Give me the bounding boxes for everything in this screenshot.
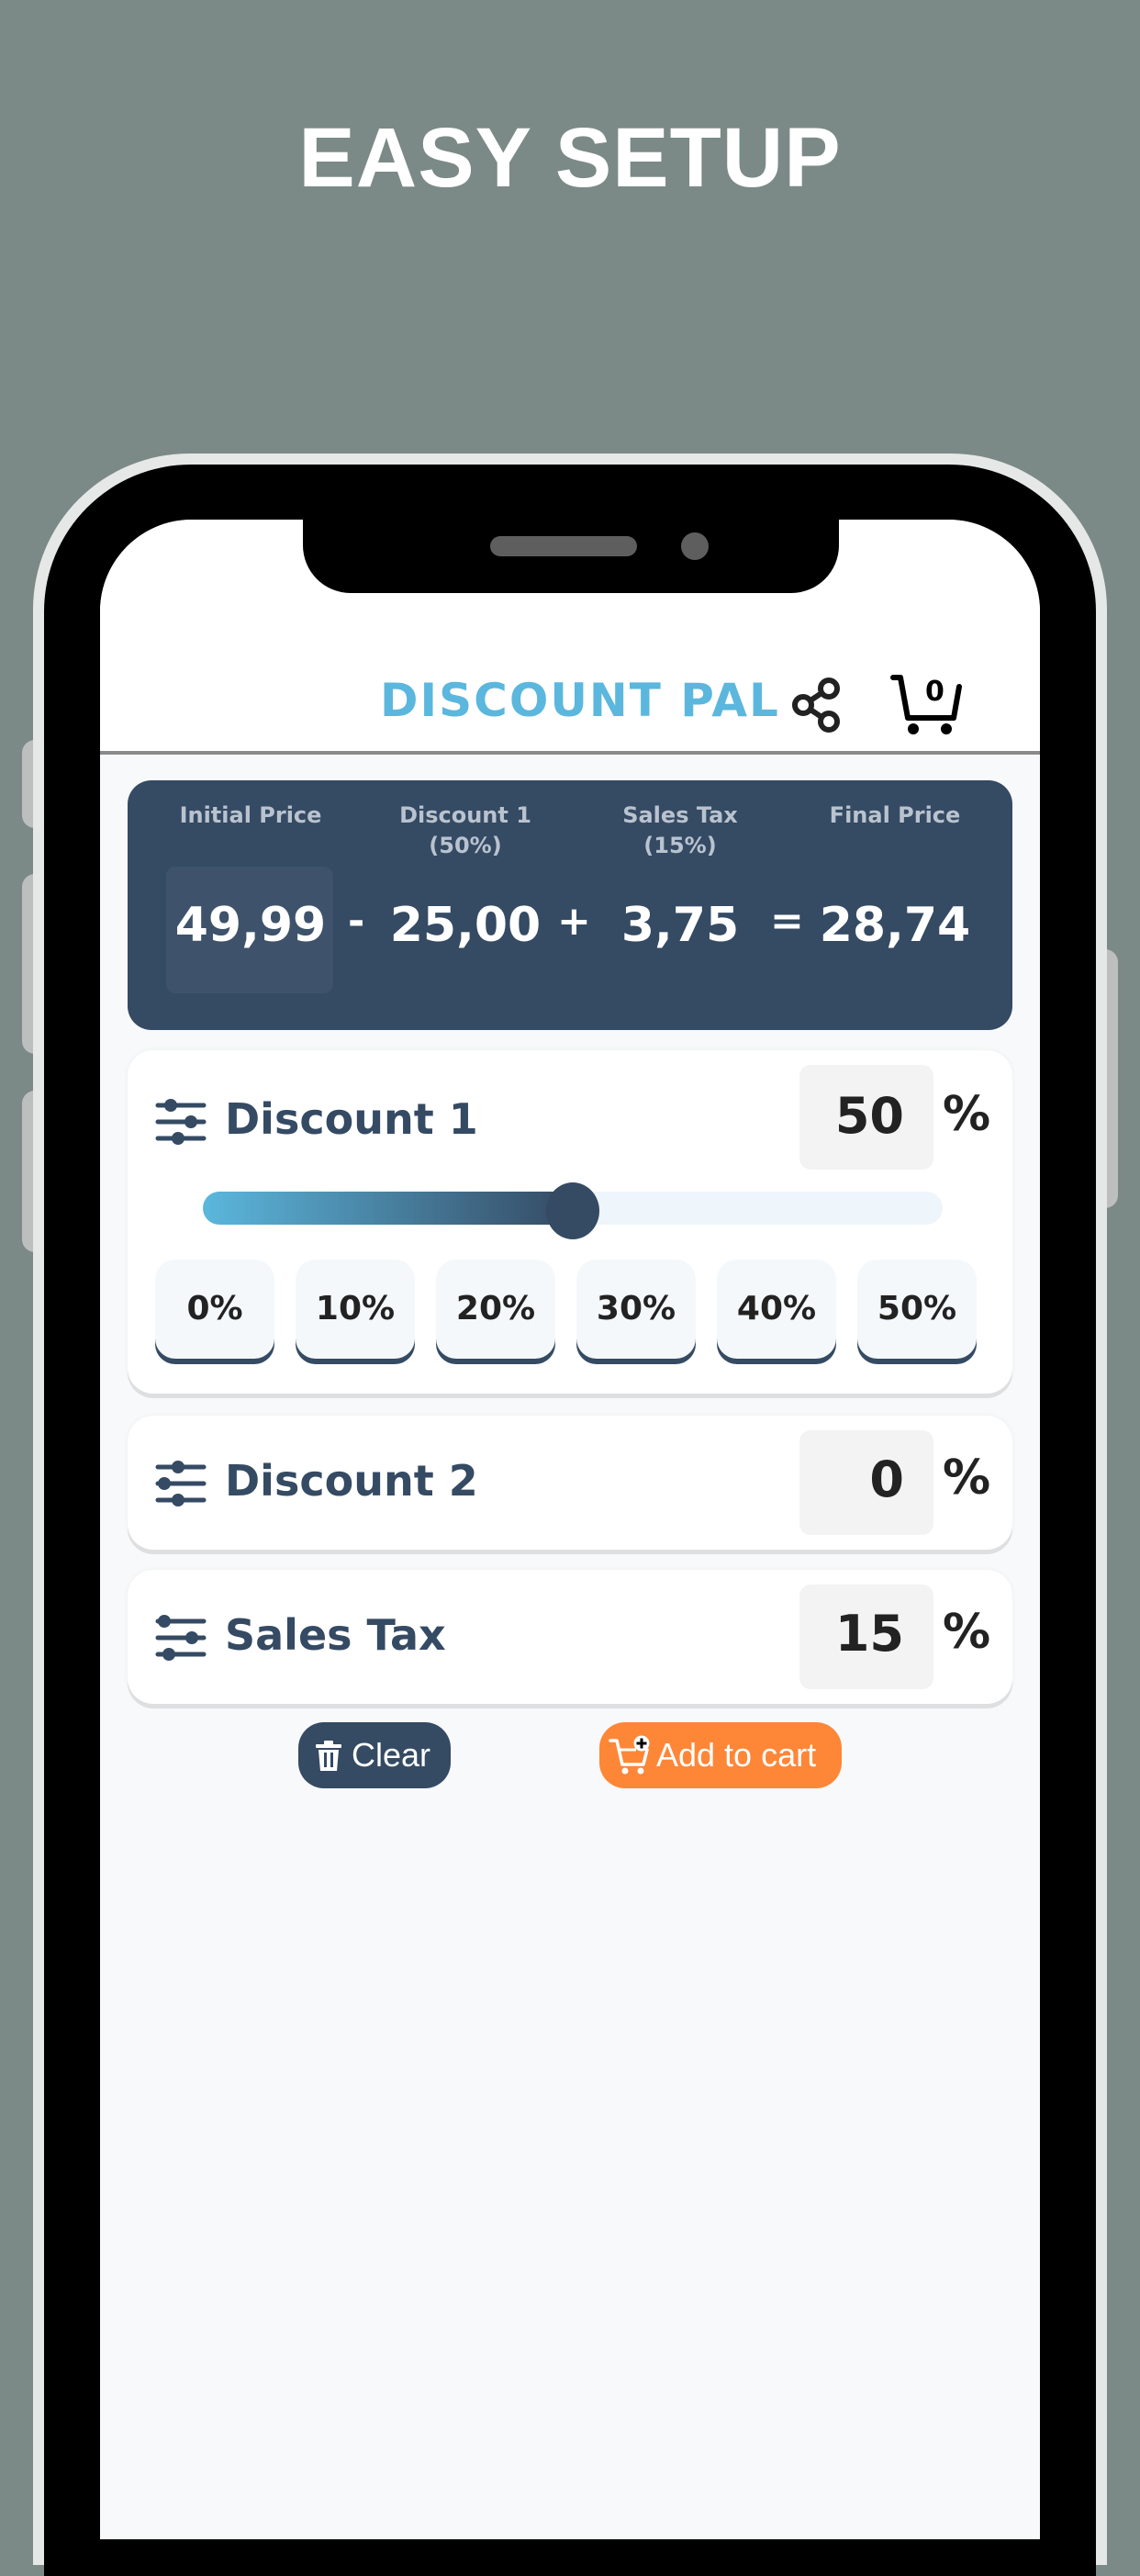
discount1-card: Discount 1 50 % 0% 10% 20% 30% 40% 50% [128, 1050, 1012, 1394]
app-title: DISCOUNT PAL [380, 674, 780, 727]
discount1-value: 50 [834, 1087, 904, 1145]
phone-notch [303, 520, 839, 593]
add-to-cart-label: Add to cart [656, 1736, 817, 1774]
minus-operator: - [348, 898, 365, 945]
price-summary: Initial Price Discount 1 (50%) Sales Tax… [128, 780, 1012, 1030]
discount2-value: 0 [869, 1450, 904, 1508]
percent-sign: % [943, 1450, 991, 1506]
discount1-slider-thumb[interactable] [546, 1182, 599, 1239]
app-screen: DISCOUNT PAL 0 Initial Price Discount 1 … [100, 520, 1040, 2539]
sales-tax-card[interactable]: Sales Tax 15 % [128, 1570, 1012, 1704]
label-text: Final Price [829, 802, 961, 828]
clear-button[interactable]: Clear [298, 1722, 451, 1788]
share-icon[interactable] [790, 676, 845, 734]
preset-button-40[interactable]: 40% [717, 1260, 836, 1359]
summary-label-initial: Initial Price [159, 801, 342, 831]
initial-price-value: 49,99 [174, 898, 327, 953]
trash-icon [316, 1741, 341, 1771]
sales-tax-title: Sales Tax [225, 1610, 446, 1660]
sliders-icon [155, 1461, 207, 1506]
clear-label: Clear [352, 1736, 431, 1774]
summary-label-tax: Sales Tax (15%) [588, 801, 772, 861]
discount2-title: Discount 2 [225, 1456, 478, 1506]
sliders-icon [155, 1615, 207, 1661]
final-price-value: 28,74 [819, 898, 971, 953]
label-text: Sales Tax [622, 802, 738, 828]
phone-speaker [490, 536, 637, 556]
preset-button-10[interactable]: 10% [296, 1260, 415, 1359]
discount1-title: Discount 1 [225, 1094, 478, 1144]
preset-button-20[interactable]: 20% [436, 1260, 555, 1359]
label-text: Discount 1 [399, 802, 531, 828]
sales-tax-value: 15 [834, 1605, 904, 1663]
percent-sign: % [943, 1087, 991, 1142]
preset-button-0[interactable]: 0% [155, 1260, 274, 1359]
cart-count-badge: 0 [925, 676, 944, 708]
percent-sign: % [943, 1605, 991, 1660]
add-to-cart-button[interactable]: Add to cart [599, 1722, 842, 1788]
label-sub: (15%) [643, 833, 717, 858]
sliders-icon [155, 1099, 207, 1145]
phone-camera [681, 532, 709, 560]
discount1-slider-fill [203, 1192, 573, 1225]
label-sub: (50%) [429, 833, 502, 858]
summary-label-final: Final Price [803, 801, 987, 831]
preset-button-50[interactable]: 50% [857, 1260, 977, 1359]
phone-side-button [1105, 949, 1118, 1208]
tax-amount: 3,75 [620, 898, 740, 953]
discount1-amount: 25,00 [389, 898, 542, 953]
cart-plus-icon [609, 1735, 650, 1775]
headline: EASY SETUP [298, 111, 842, 205]
summary-label-discount1: Discount 1 (50%) [374, 801, 557, 861]
label-text: Initial Price [179, 802, 322, 828]
discount2-card[interactable]: Discount 2 0 % [128, 1416, 1012, 1550]
preset-button-30[interactable]: 30% [576, 1260, 696, 1359]
